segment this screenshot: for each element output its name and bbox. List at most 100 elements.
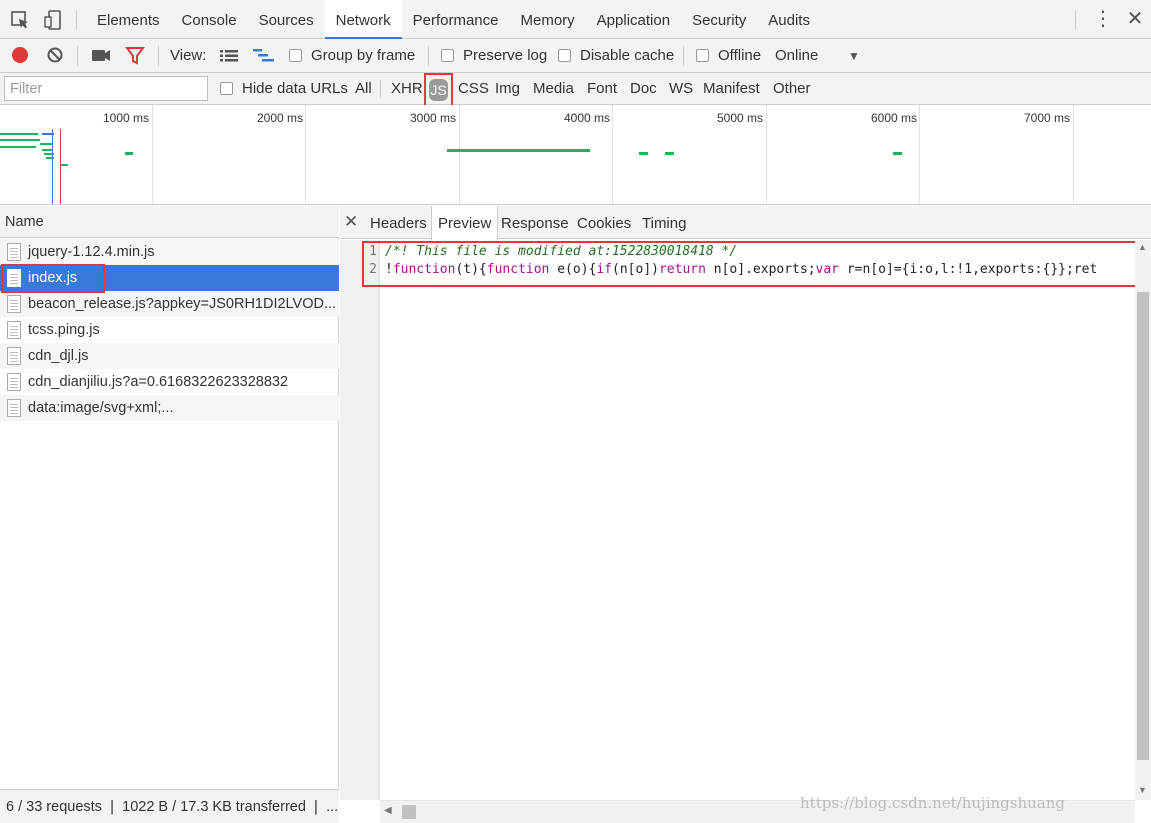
request-name: beacon_release.js?appkey=JS0RH1DI2LVOD..…	[28, 296, 337, 312]
clear-icon[interactable]	[46, 39, 64, 73]
vertical-scroll-thumb[interactable]	[1137, 292, 1149, 760]
tab-cookies[interactable]: Cookies	[577, 206, 631, 239]
request-row[interactable]: cdn_djl.js	[0, 343, 339, 369]
offline-checkbox[interactable]: Offline	[696, 39, 761, 73]
timeline-tick: 6000 ms	[870, 111, 917, 125]
dom-content-loaded-line	[52, 129, 53, 204]
close-detail-icon[interactable]: ✕	[344, 206, 358, 239]
scroll-down-icon[interactable]: ▼	[1138, 785, 1147, 795]
timeline-tick: 2000 ms	[256, 111, 303, 125]
timeline-bar	[60, 164, 68, 166]
tab-timing[interactable]: Timing	[642, 206, 686, 239]
request-row[interactable]: tcss.ping.js	[0, 317, 339, 343]
filter-type-manifest[interactable]: Manifest	[703, 73, 760, 105]
throttling-dropdown-icon[interactable]: ▼	[848, 39, 860, 73]
timeline-bar	[40, 143, 52, 145]
request-row[interactable]: data:image/svg+xml;...	[0, 395, 339, 421]
tab-response[interactable]: Response	[501, 206, 569, 239]
filter-type-all[interactable]: All	[355, 73, 372, 105]
request-row[interactable]: cdn_dianjiliu.js?a=0.6168322623328832	[0, 369, 339, 395]
throttling-select[interactable]: Online	[775, 39, 818, 73]
tab-audits[interactable]: Audits	[757, 0, 821, 39]
toolbar-divider	[428, 46, 429, 66]
code-preview[interactable]: 1 2 /*! This file is modified at:1522830…	[340, 240, 1151, 800]
timeline-tick: 5000 ms	[716, 111, 763, 125]
tabbar-divider	[1075, 10, 1076, 30]
vertical-scrollbar[interactable]: ▲ ▼	[1135, 240, 1151, 800]
request-row[interactable]: beacon_release.js?appkey=JS0RH1DI2LVOD..…	[0, 291, 339, 317]
network-toolbar: View: Group by frame Preserve log Disabl…	[0, 39, 1151, 73]
index-js-highlight-box	[1, 264, 105, 293]
tab-elements[interactable]: Elements	[86, 0, 171, 39]
filter-icon[interactable]	[125, 39, 145, 73]
gridline	[1073, 105, 1074, 204]
horizontal-scroll-thumb[interactable]	[402, 805, 416, 819]
filter-type-ws[interactable]: WS	[669, 73, 693, 105]
record-button[interactable]	[10, 39, 30, 73]
timeline-bar	[42, 149, 52, 151]
detail-tabs: ✕ Headers Preview Response Cookies Timin…	[340, 206, 1151, 240]
hide-data-urls-label: Hide data URLs	[242, 80, 348, 97]
devtools-tabbar: Elements Console Sources Network Perform…	[0, 0, 1151, 39]
tab-sources[interactable]: Sources	[248, 0, 325, 39]
filter-type-xhr[interactable]: XHR	[391, 73, 423, 105]
tab-preview[interactable]: Preview	[431, 206, 499, 240]
line-gutter: 1 2	[340, 240, 380, 800]
waterfall-icon[interactable]	[253, 39, 275, 73]
gridline	[305, 105, 306, 204]
close-devtools-icon[interactable]: ✕	[1125, 8, 1145, 30]
toolbar-divider	[158, 46, 159, 66]
toolbar-divider	[683, 46, 684, 66]
tab-headers[interactable]: Headers	[370, 206, 427, 239]
file-icon	[7, 321, 21, 339]
tab-performance[interactable]: Performance	[402, 0, 510, 39]
gridline	[766, 105, 767, 204]
hide-data-urls-checkbox[interactable]: Hide data URLs	[220, 73, 348, 105]
filter-type-font[interactable]: Font	[587, 73, 617, 105]
tab-application[interactable]: Application	[586, 0, 681, 39]
timeline-tick: 4000 ms	[563, 111, 610, 125]
tab-memory[interactable]: Memory	[510, 0, 586, 39]
gridline	[612, 105, 613, 204]
tab-network[interactable]: Network	[324, 0, 402, 39]
timeline-bar	[125, 152, 133, 155]
disable-cache-label: Disable cache	[580, 47, 675, 64]
timeline-tick: 7000 ms	[1023, 111, 1070, 125]
request-detail: ✕ Headers Preview Response Cookies Timin…	[340, 206, 1151, 823]
filter-bar: Hide data URLs All XHR JS CSS Img Media …	[0, 73, 1151, 107]
filter-type-other[interactable]: Other	[773, 73, 811, 105]
request-name: tcss.ping.js	[28, 322, 100, 338]
large-rows-icon[interactable]	[220, 39, 238, 73]
scroll-up-icon[interactable]: ▲	[1138, 242, 1147, 252]
filter-input[interactable]	[4, 76, 208, 101]
timeline-bar	[0, 139, 40, 141]
timeline-bar	[639, 152, 648, 155]
group-by-frame-checkbox[interactable]: Group by frame	[289, 39, 415, 73]
code-highlight-box	[362, 241, 1145, 287]
preserve-log-checkbox[interactable]: Preserve log	[441, 39, 547, 73]
watermark: https://blog.csdn.net/hujingshuang	[800, 794, 1065, 812]
file-icon	[7, 295, 21, 313]
disable-cache-checkbox[interactable]: Disable cache	[558, 39, 674, 73]
more-options-icon[interactable]: ⋮	[1093, 9, 1113, 31]
timeline-bar	[665, 152, 674, 155]
device-toolbar-icon[interactable]	[43, 9, 65, 31]
filter-type-doc[interactable]: Doc	[630, 73, 657, 105]
file-icon	[7, 347, 21, 365]
tab-console[interactable]: Console	[171, 0, 248, 39]
tab-security[interactable]: Security	[681, 0, 757, 39]
scroll-left-icon[interactable]: ◀	[384, 805, 392, 816]
gridline	[919, 105, 920, 204]
filter-type-css[interactable]: CSS	[458, 73, 489, 105]
name-column-header[interactable]: Name	[0, 206, 339, 238]
request-row[interactable]: jquery-1.12.4.min.js	[0, 239, 339, 265]
gridline	[459, 105, 460, 204]
network-overview[interactable]: 1000 ms 2000 ms 3000 ms 4000 ms 5000 ms …	[0, 105, 1151, 205]
inspect-element-icon[interactable]	[9, 9, 31, 31]
request-name: cdn_djl.js	[28, 348, 89, 364]
timeline-bar	[0, 146, 36, 148]
filter-type-img[interactable]: Img	[495, 73, 520, 105]
filter-type-media[interactable]: Media	[533, 73, 574, 105]
timeline-tick: 3000 ms	[409, 111, 456, 125]
capture-screenshots-icon[interactable]	[91, 39, 111, 73]
